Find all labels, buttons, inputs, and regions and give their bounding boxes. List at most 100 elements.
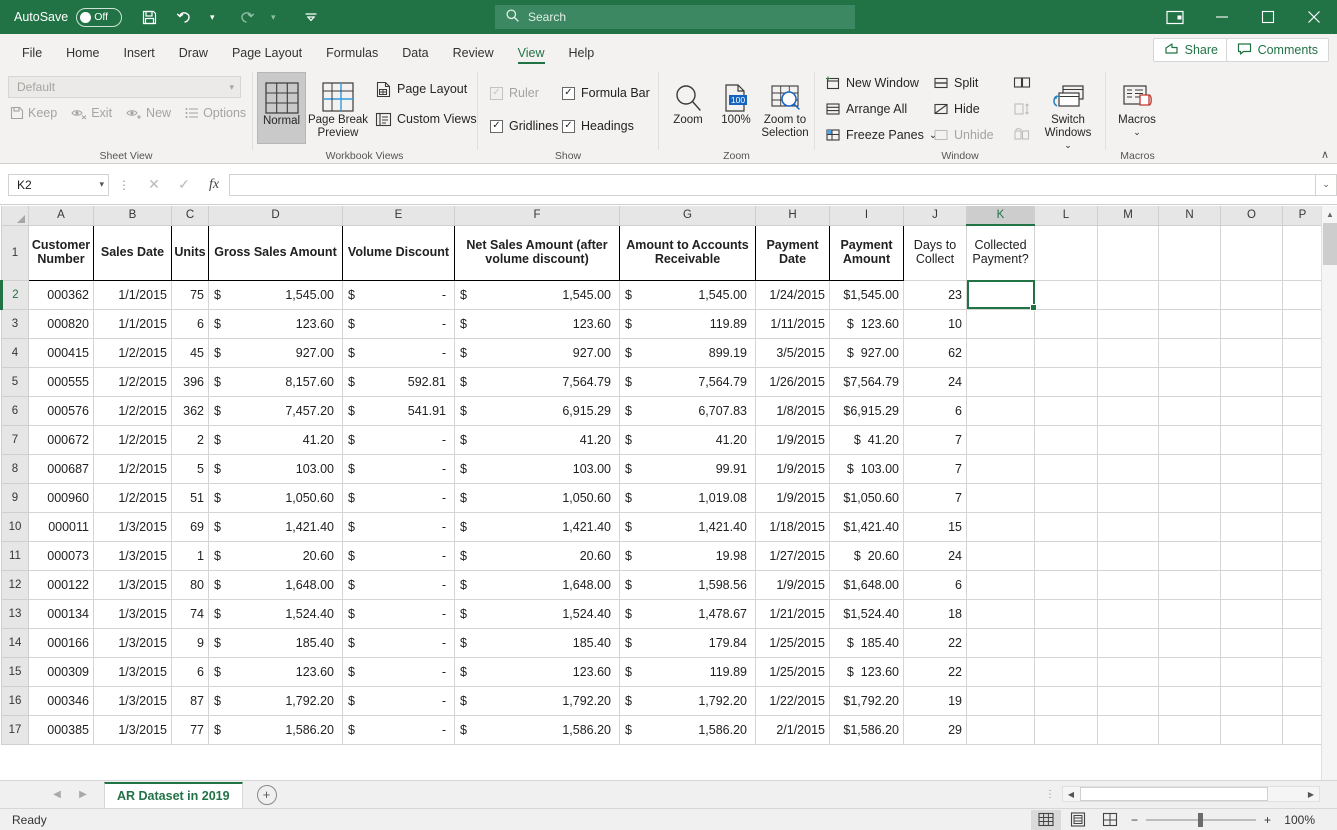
cell-O2[interactable] [1220,280,1283,310]
autosave-control[interactable]: AutoSave Off [14,7,123,27]
tab-page-layout[interactable]: Page Layout [220,43,314,66]
cell-F10[interactable]: $1,421.40 [454,512,620,542]
normal-view-icon[interactable] [1031,809,1061,830]
formula-input[interactable] [229,173,1315,196]
page-break-preview-icon[interactable] [1095,810,1125,830]
cell-D12[interactable]: $1,648.00 [208,570,343,600]
cell-E9[interactable]: $ - [342,483,455,513]
cell-L6[interactable] [1034,396,1098,426]
cell-C14[interactable]: 9 [171,628,209,658]
cell-I10[interactable]: $1,421.40 [829,512,904,542]
new-sheet-view-button[interactable]: New [126,106,171,120]
header-cell-K1[interactable]: Collected Payment? [966,225,1035,281]
cell-C5[interactable]: 396 [171,367,209,397]
cell-K13[interactable] [966,599,1035,629]
header-cell-G1[interactable]: Amount to Accounts Receivable [619,225,756,281]
exit-button[interactable]: Exit [71,106,112,120]
tab-review[interactable]: Review [441,43,506,66]
cell-I17[interactable]: $1,586.20 [829,715,904,745]
cell-N11[interactable] [1158,541,1221,571]
next-sheet-icon[interactable]: ▶ [70,789,96,800]
cell-I4[interactable]: $ 927.00 [829,338,904,368]
cell-D6[interactable]: $7,457.20 [208,396,343,426]
cell-P5[interactable] [1282,367,1323,397]
cell-C6[interactable]: 362 [171,396,209,426]
search-input[interactable]: Search [495,5,855,29]
cell-B11[interactable]: 1/3/2015 [93,541,172,571]
cell-N6[interactable] [1158,396,1221,426]
cell-B12[interactable]: 1/3/2015 [93,570,172,600]
macros-button[interactable]: Macros ⌄ [1109,72,1165,138]
cell-C2[interactable]: 75 [171,280,209,310]
cell-M13[interactable] [1097,599,1159,629]
header-cell-D1[interactable]: Gross Sales Amount [208,225,343,281]
column-header-P[interactable]: P [1282,206,1323,226]
cell-P6[interactable] [1282,396,1323,426]
column-header-O[interactable]: O [1220,206,1283,226]
select-all-corner[interactable] [1,206,29,226]
cell-B3[interactable]: 1/1/2015 [93,309,172,339]
cell-M12[interactable] [1097,570,1159,600]
cell-P10[interactable] [1282,512,1323,542]
cell-E16[interactable]: $ - [342,686,455,716]
cell-J5[interactable]: 24 [903,367,967,397]
cell-O16[interactable] [1220,686,1283,716]
cell-H5[interactable]: 1/26/2015 [755,367,830,397]
row-header-3[interactable]: 3 [1,308,29,339]
cell-G17[interactable]: $1,586.20 [619,715,756,745]
cell-N9[interactable] [1158,483,1221,513]
cell-H4[interactable]: 3/5/2015 [755,338,830,368]
cell-B2[interactable]: 1/1/2015 [93,280,172,310]
autosave-toggle[interactable]: Off [76,7,123,27]
cell-N14[interactable] [1158,628,1221,658]
cell-J12[interactable]: 6 [903,570,967,600]
cell-J7[interactable]: 7 [903,425,967,455]
enter-icon[interactable]: ✓ [169,176,199,193]
zoom-button[interactable]: Zoom [661,72,715,127]
column-header-F[interactable]: F [454,206,620,226]
row-header-6[interactable]: 6 [1,395,29,426]
cell-H3[interactable]: 1/11/2015 [755,309,830,339]
cell-K9[interactable] [966,483,1035,513]
cell-M9[interactable] [1097,483,1159,513]
cell-J15[interactable]: 22 [903,657,967,687]
tab-insert[interactable]: Insert [112,43,167,66]
cell-A10[interactable]: 000011 [28,512,94,542]
cell-K7[interactable] [966,425,1035,455]
scroll-up-icon[interactable]: ▲ [1322,206,1337,223]
tab-view[interactable]: View [506,43,557,66]
cell-O7[interactable] [1220,425,1283,455]
cell-O3[interactable] [1220,309,1283,339]
cell-K8[interactable] [966,454,1035,484]
cell-I3[interactable]: $ 123.60 [829,309,904,339]
hide-button[interactable]: Hide [933,98,980,120]
cell-A14[interactable]: 000166 [28,628,94,658]
cell-O10[interactable] [1220,512,1283,542]
comments-button[interactable]: Comments [1225,38,1329,62]
cell-G9[interactable]: $1,019.08 [619,483,756,513]
zoom-slider[interactable] [1145,812,1256,827]
sheet-view-combo[interactable]: Default ▾ [8,76,241,98]
ribbon-display-options-icon[interactable] [1152,0,1198,34]
cell-N12[interactable] [1158,570,1221,600]
cell-H8[interactable]: 1/9/2015 [755,454,830,484]
cell-L5[interactable] [1034,367,1098,397]
cell-F17[interactable]: $1,586.20 [454,715,620,745]
cell-E15[interactable]: $ - [342,657,455,687]
cell-M4[interactable] [1097,338,1159,368]
cell-H10[interactable]: 1/18/2015 [755,512,830,542]
cell-D13[interactable]: $1,524.40 [208,599,343,629]
cell-N13[interactable] [1158,599,1221,629]
cell-K16[interactable] [966,686,1035,716]
collapse-ribbon-icon[interactable]: ∧ [1321,148,1329,161]
cell-O6[interactable] [1220,396,1283,426]
cell-F2[interactable]: $1,545.00 [454,280,620,310]
cell-P14[interactable] [1282,628,1323,658]
synchronous-scrolling-icon[interactable] [1013,98,1031,120]
row-header-1[interactable]: 1 [1,224,29,281]
cell-E5[interactable]: $592.81 [342,367,455,397]
formula-bar-checkbox[interactable]: ✓ Formula Bar [562,86,650,100]
tab-file[interactable]: File [10,43,54,66]
row-header-13[interactable]: 13 [1,598,29,629]
tab-home[interactable]: Home [54,43,111,66]
